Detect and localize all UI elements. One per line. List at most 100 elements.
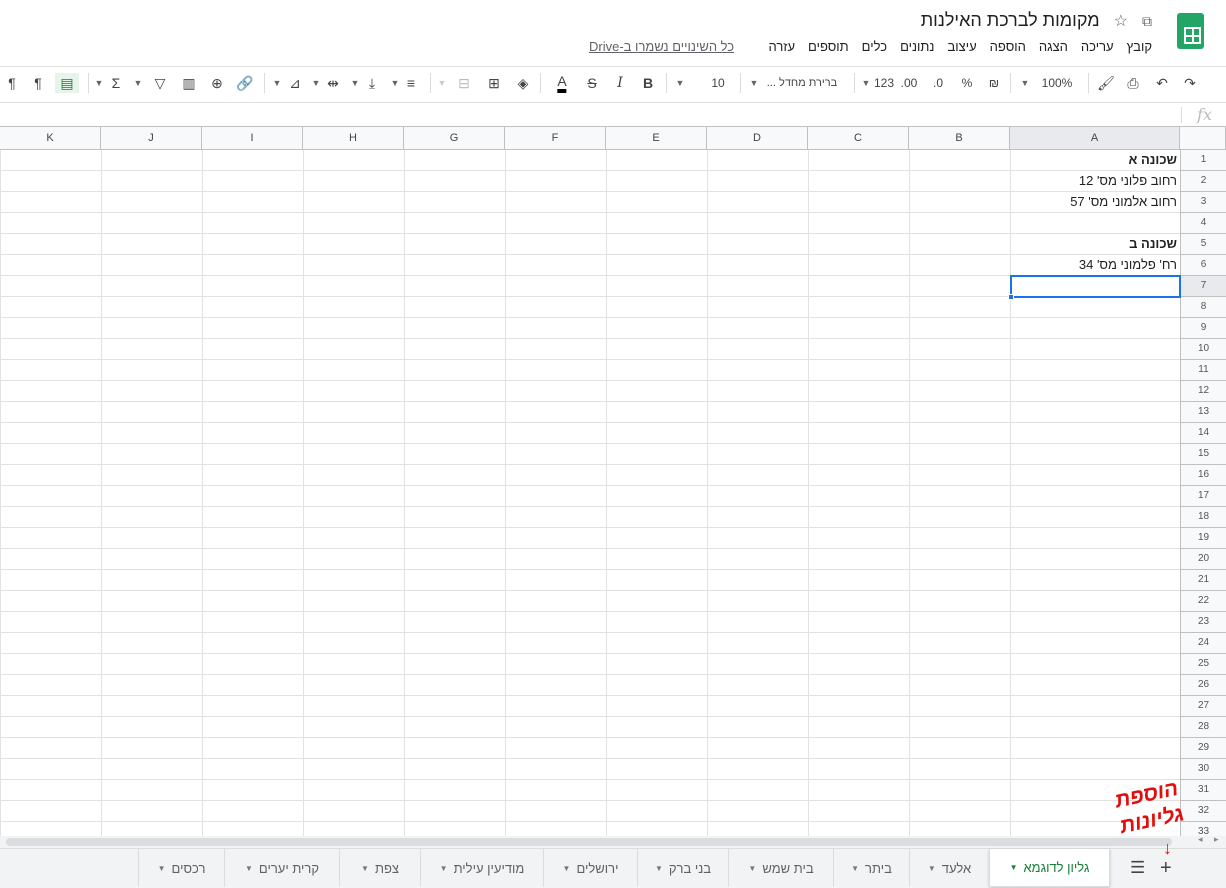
row-header[interactable]: 33	[1180, 822, 1226, 836]
menu-item[interactable]: קובץ	[1127, 39, 1152, 54]
cell[interactable]	[202, 360, 303, 381]
cell[interactable]	[202, 318, 303, 339]
cell[interactable]	[101, 675, 202, 696]
cell[interactable]	[505, 549, 606, 570]
cell[interactable]	[606, 717, 707, 738]
cell[interactable]	[909, 780, 1010, 801]
cell[interactable]	[707, 612, 808, 633]
cell[interactable]	[404, 444, 505, 465]
cell[interactable]	[505, 612, 606, 633]
cell[interactable]	[707, 696, 808, 717]
row-header[interactable]: 22	[1180, 591, 1226, 612]
cell[interactable]	[606, 255, 707, 276]
row-header[interactable]: 16	[1180, 465, 1226, 486]
cell[interactable]	[202, 213, 303, 234]
cell[interactable]	[202, 759, 303, 780]
cell[interactable]	[505, 402, 606, 423]
cell[interactable]	[606, 675, 707, 696]
cell[interactable]	[909, 654, 1010, 675]
cell[interactable]	[909, 276, 1010, 297]
cell[interactable]	[303, 213, 404, 234]
cell[interactable]	[0, 423, 101, 444]
row-header[interactable]: 15	[1180, 444, 1226, 465]
cell[interactable]	[303, 612, 404, 633]
cell[interactable]	[909, 675, 1010, 696]
cell[interactable]	[808, 423, 909, 444]
cell[interactable]	[202, 423, 303, 444]
row-header[interactable]: 32	[1180, 801, 1226, 822]
sheet-tab-menu-icon[interactable]: ▼	[158, 864, 166, 873]
cell[interactable]	[909, 255, 1010, 276]
cell[interactable]	[202, 465, 303, 486]
row-header[interactable]: 14	[1180, 423, 1226, 444]
cell[interactable]	[505, 780, 606, 801]
cell[interactable]	[606, 759, 707, 780]
cell[interactable]	[0, 654, 101, 675]
cell[interactable]	[1010, 381, 1180, 402]
sheet-tab[interactable]: צפת ▼	[339, 849, 420, 887]
cell[interactable]	[707, 381, 808, 402]
cell[interactable]	[707, 549, 808, 570]
cell[interactable]	[404, 780, 505, 801]
cell[interactable]	[101, 738, 202, 759]
cell[interactable]	[909, 192, 1010, 213]
cell[interactable]	[707, 402, 808, 423]
horizontal-align-icon[interactable]: ≡	[407, 73, 415, 93]
cell[interactable]	[101, 381, 202, 402]
row-header[interactable]: 30	[1180, 759, 1226, 780]
cell[interactable]	[101, 549, 202, 570]
cell[interactable]	[909, 150, 1010, 171]
cell[interactable]	[909, 507, 1010, 528]
menu-item[interactable]: תוספים	[808, 39, 849, 54]
cell[interactable]	[505, 423, 606, 444]
column-header-E[interactable]: E	[606, 126, 707, 150]
cell[interactable]	[404, 360, 505, 381]
cell[interactable]	[808, 297, 909, 318]
cell[interactable]	[909, 759, 1010, 780]
cell[interactable]	[101, 360, 202, 381]
cell[interactable]	[202, 507, 303, 528]
cell[interactable]	[1010, 507, 1180, 528]
cell[interactable]	[202, 297, 303, 318]
cell[interactable]	[707, 444, 808, 465]
row-header[interactable]: 8	[1180, 297, 1226, 318]
cell[interactable]	[808, 171, 909, 192]
row-header[interactable]: 25	[1180, 654, 1226, 675]
cell[interactable]	[808, 549, 909, 570]
cell[interactable]	[1010, 444, 1180, 465]
cell[interactable]	[101, 822, 202, 836]
insert-link-icon[interactable]: 🔗	[236, 73, 253, 93]
cell[interactable]	[303, 696, 404, 717]
undo-icon[interactable]: ↶	[1156, 73, 1168, 93]
cell[interactable]	[0, 528, 101, 549]
cell[interactable]	[707, 633, 808, 654]
cell[interactable]	[909, 465, 1010, 486]
cell[interactable]	[808, 486, 909, 507]
menu-item[interactable]: עזרה	[768, 39, 795, 54]
cell[interactable]	[202, 675, 303, 696]
cell[interactable]	[808, 360, 909, 381]
cell[interactable]	[303, 486, 404, 507]
cell[interactable]	[808, 381, 909, 402]
cell[interactable]	[909, 339, 1010, 360]
cell[interactable]	[808, 570, 909, 591]
cell[interactable]	[202, 381, 303, 402]
sheet-tab[interactable]: מודיעין עילית ▼	[420, 849, 543, 887]
cell[interactable]	[303, 822, 404, 836]
cell[interactable]	[505, 528, 606, 549]
valign-dropdown-icon[interactable]: ▼	[351, 73, 360, 93]
cell[interactable]	[404, 465, 505, 486]
row-header[interactable]: 7	[1180, 276, 1226, 297]
rtl-sheet-icon[interactable]: ▤	[55, 73, 79, 93]
font-select[interactable]: ברירת מחדל ...	[767, 73, 837, 93]
cell[interactable]	[101, 192, 202, 213]
cell[interactable]	[404, 171, 505, 192]
spreadsheet-grid[interactable]: A B C D E F G H I J K 1 שכונה א 2 רחוב פלוני מס' 12 3 רח…	[0, 126, 1226, 836]
cell[interactable]	[606, 570, 707, 591]
cell[interactable]	[707, 150, 808, 171]
cell[interactable]	[808, 738, 909, 759]
cell[interactable]	[707, 486, 808, 507]
cell[interactable]	[101, 633, 202, 654]
cell[interactable]: רחוב פלוני מס' 12	[1010, 171, 1180, 192]
cell[interactable]	[0, 234, 101, 255]
